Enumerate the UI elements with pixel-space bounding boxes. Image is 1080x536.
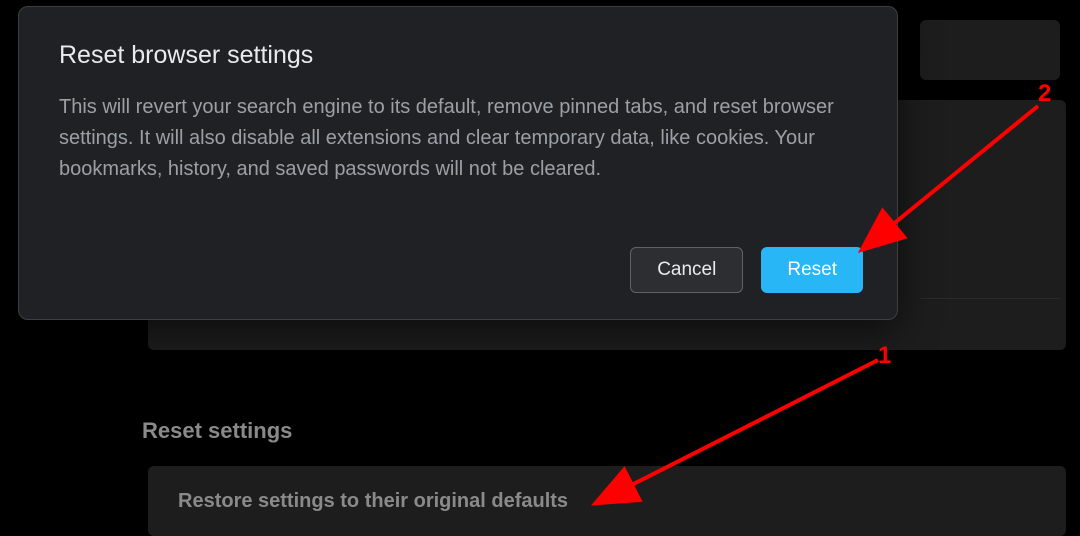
- reset-settings-heading: Reset settings: [142, 418, 292, 444]
- dialog-body-text: This will revert your search engine to i…: [59, 92, 857, 185]
- dialog-title: Reset browser settings: [59, 41, 857, 70]
- settings-divider: [920, 298, 1060, 299]
- annotation-label-1: 1: [878, 342, 891, 370]
- reset-button[interactable]: Reset: [761, 247, 863, 293]
- reset-browser-settings-dialog: Reset browser settings This will revert …: [18, 6, 898, 320]
- settings-card-background-top: [920, 20, 1060, 80]
- restore-defaults-row[interactable]: Restore settings to their original defau…: [148, 466, 1066, 536]
- annotation-label-2: 2: [1038, 80, 1051, 108]
- cancel-button[interactable]: Cancel: [630, 247, 743, 293]
- restore-defaults-label: Restore settings to their original defau…: [178, 490, 568, 513]
- dialog-actions: Cancel Reset: [630, 247, 863, 293]
